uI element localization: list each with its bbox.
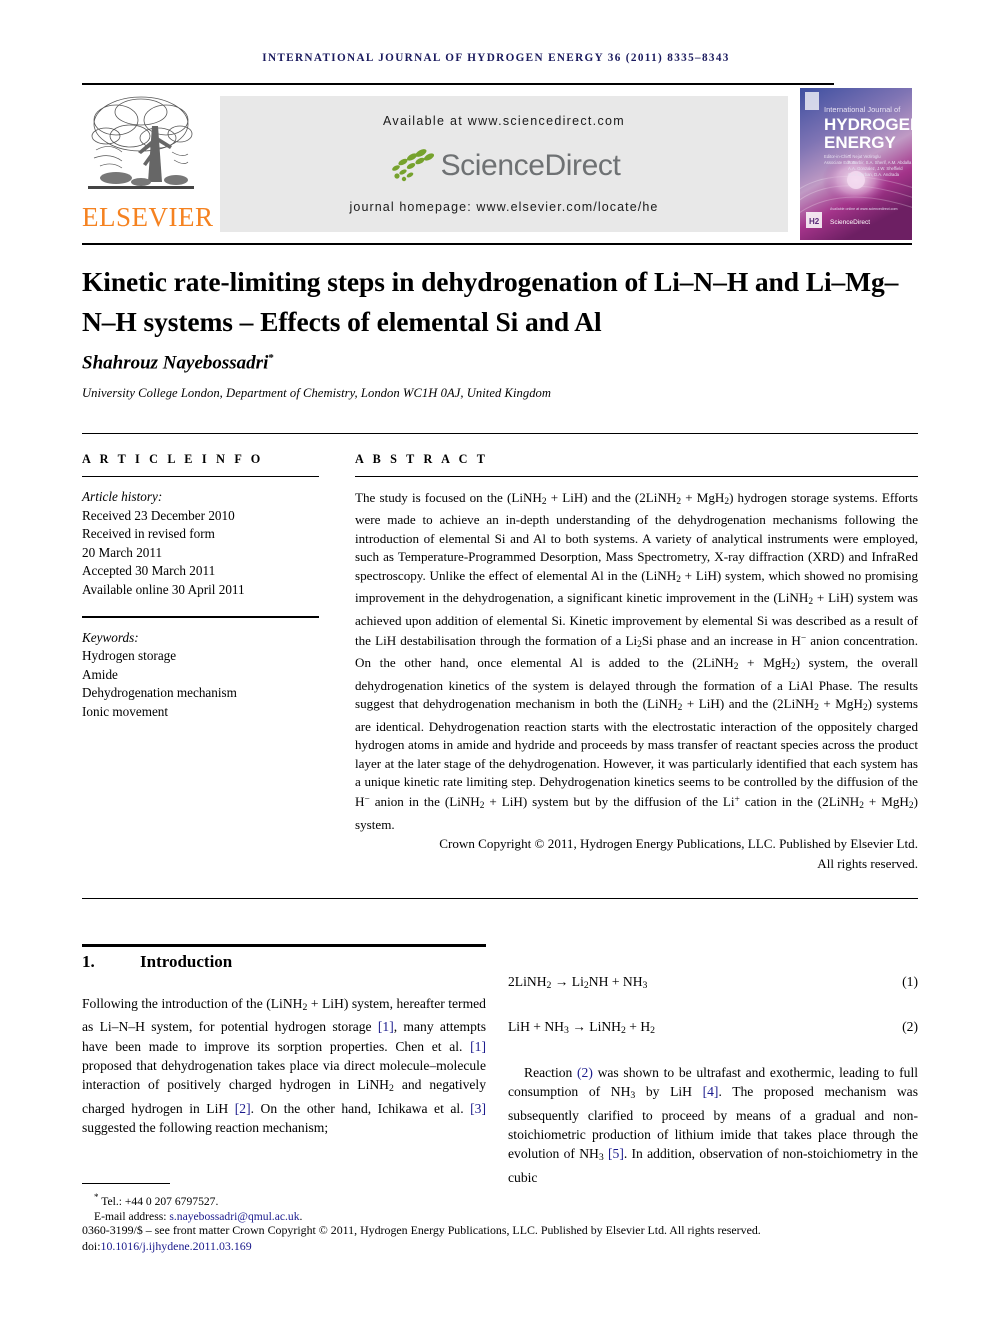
sciencedirect-banner: Available at www.sciencedirect.com Scien… xyxy=(220,96,788,232)
equation-row-2: LiH + NH3 → LiNH2 + H2 (2) xyxy=(508,1017,918,1040)
abstract-bottom-rule xyxy=(82,898,918,899)
abstract-rule xyxy=(355,476,918,477)
doi-value[interactable]: 10.1016/j.ijhydene.2011.03.169 xyxy=(101,1239,252,1253)
author-label: Shahrouz Nayebossadri xyxy=(82,352,269,374)
abstract-text: The study is focused on the (LiNH2 + LiH… xyxy=(355,490,919,832)
sciencedirect-leaves-icon xyxy=(391,149,434,182)
footnote-block: * Tel.: +44 0 207 6797527. E-mail addres… xyxy=(82,1190,918,1225)
history-item: Received 23 December 2010 xyxy=(82,507,235,523)
available-at-text: Available at www.sciencedirect.com xyxy=(383,114,625,128)
abstract-body: The study is focused on the (LiNH2 + LiH… xyxy=(355,489,918,873)
doi-prefix: doi: xyxy=(82,1239,101,1254)
equation-number: (2) xyxy=(902,1019,918,1035)
section-number: 1. xyxy=(82,952,95,971)
issn-copyright-line: 0360-3199/$ – see front matter Crown Cop… xyxy=(82,1223,761,1237)
author-affiliation: University College London, Department of… xyxy=(82,386,552,400)
equation-expression: 2LiNH2 → Li2NH + NH3 xyxy=(508,974,648,992)
svg-text:F. Barbir, S.A. Sherif, A.M. A: F. Barbir, S.A. Sherif, A.M. Abdalla xyxy=(848,160,912,165)
journal-cover-thumbnail[interactable]: International Journal of HYDROGEN ENERGY… xyxy=(800,88,912,240)
abstract-heading: A B S T R A C T xyxy=(355,452,489,466)
sciencedirect-wordmark: ScienceDirect xyxy=(440,149,621,182)
svg-text:International Journal of: International Journal of xyxy=(824,105,901,114)
footnote-rule xyxy=(82,1183,170,1184)
journal-cover-art: International Journal of HYDROGEN ENERGY… xyxy=(800,88,912,240)
article-title: Kinetic rate-limiting steps in dehydroge… xyxy=(82,266,899,337)
header-top-rule xyxy=(82,83,834,85)
doi-line: doi:10.1016/j.ijhydene.2011.03.169 xyxy=(82,1238,918,1254)
article-history-block: Article history: Received 23 December 20… xyxy=(82,488,319,600)
author-footnote-marker[interactable]: * xyxy=(268,352,274,364)
author-name: Shahrouz Nayebossadri* xyxy=(82,352,274,374)
elsevier-wordmark: ELSEVIER xyxy=(82,202,214,232)
elsevier-logo[interactable]: ELSEVIER xyxy=(82,90,214,238)
article-history-label: Article history: xyxy=(82,489,163,504)
introduction-paragraph-2: Reaction (2) was shown to be ultrafast a… xyxy=(508,1064,919,1185)
svg-text:G.A. Marban, D.A. Andrada: G.A. Marban, D.A. Andrada xyxy=(848,172,900,177)
keywords-block: Keywords: Hydrogen storage Amide Dehydro… xyxy=(82,629,319,722)
equation-number: (1) xyxy=(902,974,918,989)
article-info-column: A R T I C L E I N F O Article history: R… xyxy=(82,452,319,722)
article-info-rule xyxy=(82,476,319,477)
equation-row-1: 2LiNH2 → Li2NH + NH3 (1) xyxy=(508,972,918,995)
info-top-rule xyxy=(82,433,918,434)
keywords-label: Keywords: xyxy=(82,629,139,645)
footer-legal-block: 0360-3199/$ – see front matter Crown Cop… xyxy=(82,1222,918,1255)
journal-header-band: ELSEVIER Available at www.sciencedirect.… xyxy=(82,88,912,240)
article-info-heading: A R T I C L E I N F O xyxy=(82,452,264,466)
keyword-item: Dehydrogenation mechanism xyxy=(82,685,237,701)
footnote-tel: Tel.: +44 0 207 6797527. xyxy=(101,1194,219,1208)
svg-text:ENERGY: ENERGY xyxy=(824,133,896,152)
header-bottom-rule xyxy=(82,243,912,245)
footnote-tel-line: * Tel.: +44 0 207 6797527. xyxy=(82,1190,918,1209)
keywords-rule xyxy=(82,615,319,618)
sciencedirect-logo[interactable]: ScienceDirect xyxy=(220,142,788,190)
svg-text:A.A. Gonzalez, J.W. Sheffield: A.A. Gonzalez, J.W. Sheffield xyxy=(848,166,903,171)
abstract-copyright-line-1: Crown Copyright © 2011, Hydrogen Energy … xyxy=(439,836,918,852)
introduction-heading: 1. Introduction xyxy=(82,952,232,972)
svg-text:Available online at www.scienc: Available online at www.sciencedirect.co… xyxy=(830,207,897,211)
keyword-item: Amide xyxy=(82,666,118,682)
running-head: International Journal of Hydrogen Energy… xyxy=(262,52,730,64)
introduction-right-column: 2LiNH2 → Li2NH + NH3 (1) LiH + NH3 → LiN… xyxy=(508,972,918,1187)
introduction-paragraph-1: Following the introduction of the (LiNH2… xyxy=(82,996,486,1136)
equation-expression: LiH + NH3 → LiNH2 + H2 xyxy=(508,1019,656,1037)
introduction-left-column: Following the introduction of the (LiNH2… xyxy=(82,994,486,1137)
journal-homepage-text[interactable]: journal homepage: www.elsevier.com/locat… xyxy=(220,200,788,214)
footnote-marker: * xyxy=(94,1192,99,1202)
introduction-top-rule xyxy=(82,944,486,947)
section-title: Introduction xyxy=(140,952,233,971)
history-item: 20 March 2011 xyxy=(82,544,163,560)
elsevier-tree-icon xyxy=(88,96,194,189)
history-item: Received in revised form xyxy=(82,526,215,542)
history-item: Accepted 30 March 2011 xyxy=(82,563,216,579)
keyword-item: Hydrogen storage xyxy=(82,648,177,664)
svg-text:H2: H2 xyxy=(809,217,820,226)
journal-article-first-page: International Journal of Hydrogen Energy… xyxy=(0,0,992,1323)
history-item: Available online 30 April 2011 xyxy=(82,581,245,597)
abstract-column: A B S T R A C T The study is focused on … xyxy=(355,452,918,873)
keyword-item: Ionic movement xyxy=(82,703,169,719)
svg-text:ScienceDirect: ScienceDirect xyxy=(830,219,870,226)
svg-text:T. Nejat Veziroglu: T. Nejat Veziroglu xyxy=(848,154,881,159)
abstract-copyright-line-2: All rights reserved. xyxy=(817,855,918,871)
svg-text:HYDROGEN: HYDROGEN xyxy=(824,115,912,134)
